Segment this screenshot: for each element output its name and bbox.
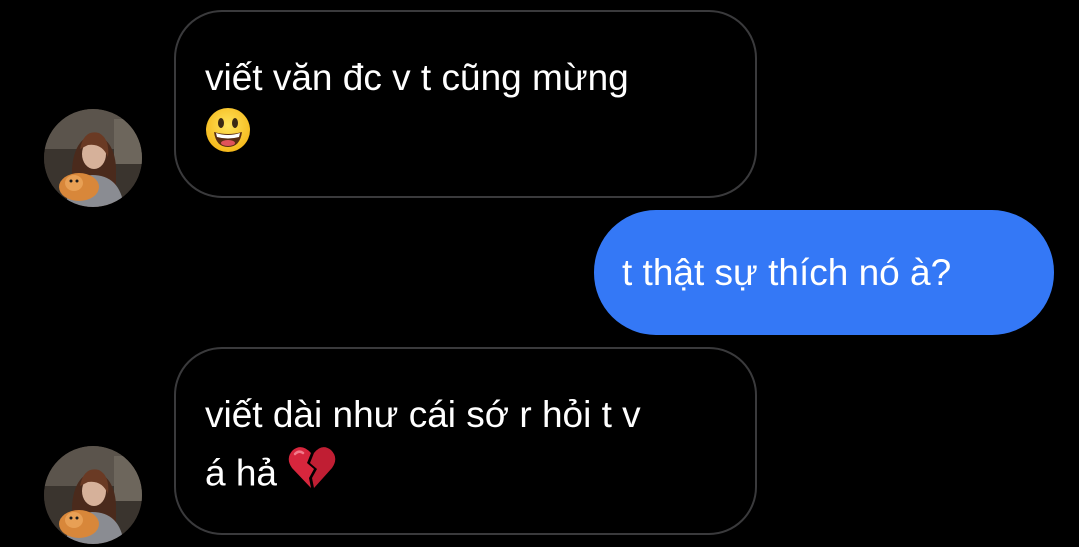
profile-photo-icon xyxy=(44,109,142,207)
message-text-line-with-emoji: á hả xyxy=(205,444,725,507)
broken-heart-icon xyxy=(287,444,337,507)
profile-photo-icon xyxy=(44,446,142,544)
message-bubble-incoming[interactable]: viết văn đc v t cũng mừng xyxy=(174,10,757,198)
chat-thread: viết văn đc v t cũng mừng t thật sự thíc… xyxy=(0,0,1079,547)
message-text-fragment: á hả xyxy=(205,452,278,494)
message-bubble-outgoing[interactable]: t thật sự thích nó à? xyxy=(594,210,1054,335)
grinning-face-icon xyxy=(205,107,251,170)
avatar[interactable] xyxy=(44,109,142,207)
message-text-line: viết dài như cái sớ r hỏi t v xyxy=(205,394,641,435)
message-bubble-incoming[interactable]: viết dài như cái sớ r hỏi t v á hả xyxy=(174,347,757,535)
message-emoji-line xyxy=(205,107,725,170)
message-text-line: t thật sự thích nó à? xyxy=(622,252,952,293)
message-text-line: viết văn đc v t cũng mừng xyxy=(205,57,629,98)
avatar[interactable] xyxy=(44,446,142,544)
